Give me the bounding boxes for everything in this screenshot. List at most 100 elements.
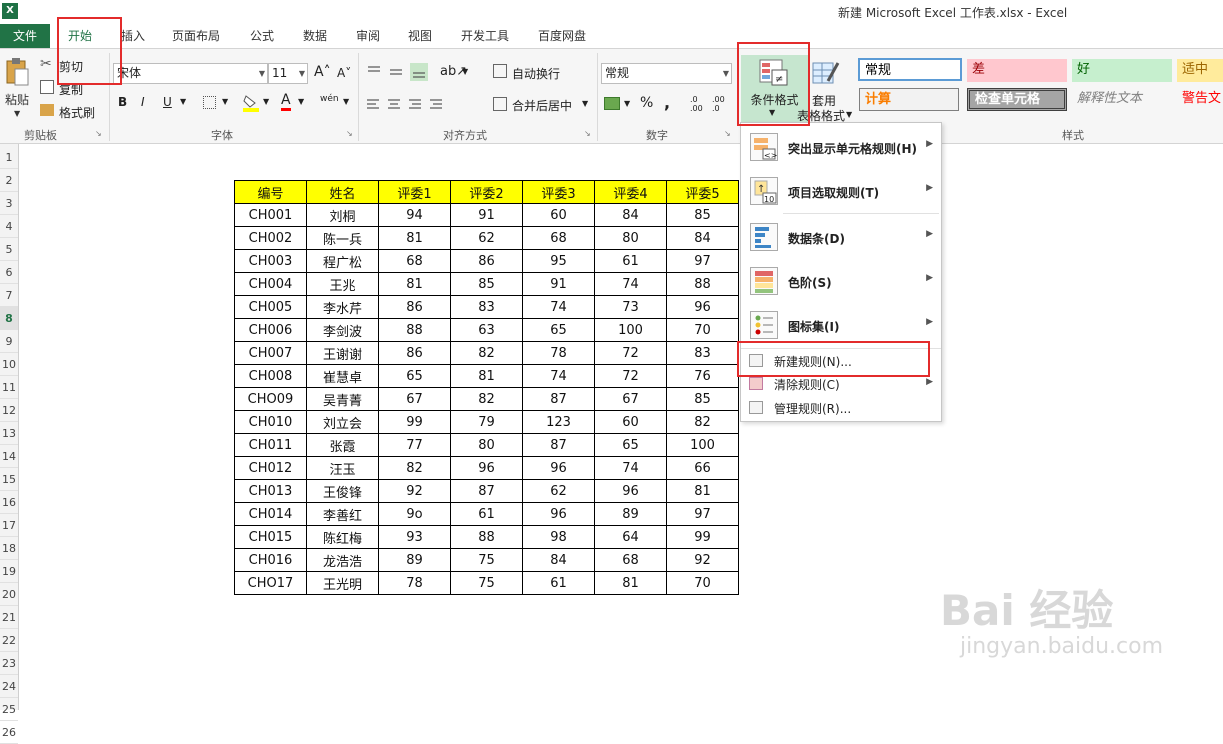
excel-app-icon[interactable]: X — [2, 3, 18, 19]
menu-item-color-scales[interactable]: 色阶(S) ▶ — [741, 259, 941, 303]
menu-item-data-bars[interactable]: 数据条(D) ▶ — [741, 215, 941, 259]
tab-page-layout[interactable]: 页面布局 — [172, 24, 220, 48]
copy-icon[interactable] — [40, 80, 54, 94]
table-cell[interactable]: 80 — [450, 433, 523, 457]
table-cell[interactable]: 67 — [594, 387, 667, 411]
currency-icon[interactable] — [604, 97, 620, 110]
table-cell[interactable]: 88 — [666, 272, 739, 296]
row-header[interactable]: 23 — [0, 652, 18, 675]
table-cell[interactable]: 刘桐 — [306, 203, 379, 227]
table-cell[interactable]: 72 — [594, 364, 667, 388]
row-header[interactable]: 13 — [0, 422, 18, 445]
table-cell[interactable]: 92 — [666, 548, 739, 572]
table-cell[interactable]: 84 — [594, 203, 667, 227]
merge-center-icon[interactable] — [493, 97, 507, 111]
table-cell[interactable]: 99 — [666, 525, 739, 549]
table-cell[interactable]: 62 — [450, 226, 523, 250]
table-cell[interactable]: 88 — [450, 525, 523, 549]
table-cell[interactable]: 91 — [450, 203, 523, 227]
table-cell[interactable]: 91 — [522, 272, 595, 296]
table-cell[interactable]: 81 — [378, 226, 451, 250]
row-header[interactable]: 7 — [0, 284, 18, 307]
table-cell[interactable]: 81 — [666, 479, 739, 503]
table-cell[interactable]: CH005 — [234, 295, 307, 319]
table-cell[interactable]: 王兆 — [306, 272, 379, 296]
table-cell[interactable]: 63 — [450, 318, 523, 342]
table-cell[interactable]: CH015 — [234, 525, 307, 549]
table-cell[interactable]: 97 — [666, 502, 739, 526]
table-cell[interactable]: 94 — [378, 203, 451, 227]
increase-font-icon[interactable]: A˄ — [314, 64, 331, 80]
row-header[interactable]: 19 — [0, 560, 18, 583]
tab-file[interactable]: 文件 — [0, 24, 50, 48]
table-cell[interactable]: 89 — [594, 502, 667, 526]
chevron-down-icon[interactable]: ▼ — [298, 97, 304, 106]
row-header[interactable]: 9 — [0, 330, 18, 353]
number-format-select[interactable]: 常规 ▼ — [601, 63, 732, 84]
table-cell[interactable]: CH010 — [234, 410, 307, 434]
comma-button[interactable]: , — [664, 93, 670, 112]
table-cell[interactable]: 61 — [522, 571, 595, 595]
row-header[interactable]: 12 — [0, 399, 18, 422]
table-cell[interactable]: 83 — [666, 341, 739, 365]
style-normal[interactable]: 常规 — [858, 58, 962, 81]
italic-button[interactable]: I — [141, 95, 145, 109]
table-cell[interactable]: 75 — [450, 548, 523, 572]
table-header-cell[interactable]: 评委4 — [594, 180, 667, 204]
row-header[interactable]: 17 — [0, 514, 18, 537]
table-cell[interactable]: 89 — [378, 548, 451, 572]
table-cell[interactable]: 王俊锋 — [306, 479, 379, 503]
row-header[interactable]: 1 — [0, 146, 18, 169]
font-color-button[interactable]: A — [281, 93, 291, 111]
table-cell[interactable]: 74 — [594, 456, 667, 480]
row-header[interactable]: 6 — [0, 261, 18, 284]
table-cell[interactable]: 70 — [666, 571, 739, 595]
row-header[interactable]: 5 — [0, 238, 18, 261]
table-cell[interactable]: CH006 — [234, 318, 307, 342]
table-cell[interactable]: 74 — [522, 295, 595, 319]
table-cell[interactable]: CHO17 — [234, 571, 307, 595]
table-cell[interactable]: 67 — [378, 387, 451, 411]
paste-button[interactable]: 粘贴 — [2, 91, 32, 108]
table-cell[interactable]: 陈一兵 — [306, 226, 379, 250]
table-cell[interactable]: 李善红 — [306, 502, 379, 526]
table-header-cell[interactable]: 姓名 — [306, 180, 379, 204]
horizontal-align-icons[interactable] — [367, 97, 447, 111]
paste-icon[interactable] — [4, 57, 30, 87]
tab-insert[interactable]: 插入 — [121, 24, 145, 48]
table-cell[interactable]: 65 — [522, 318, 595, 342]
format-painter-button[interactable]: 格式刷 — [59, 104, 95, 121]
table-cell[interactable]: 79 — [450, 410, 523, 434]
table-cell[interactable]: CH002 — [234, 226, 307, 250]
table-cell[interactable]: CHO09 — [234, 387, 307, 411]
row-header[interactable]: 16 — [0, 491, 18, 514]
table-cell[interactable]: 86 — [378, 341, 451, 365]
table-cell[interactable]: 70 — [666, 318, 739, 342]
tab-baidu-netdisk[interactable]: 百度网盘 — [538, 24, 586, 48]
style-bad[interactable]: 差 — [967, 59, 1067, 82]
table-cell[interactable]: 96 — [522, 502, 595, 526]
table-header-cell[interactable]: 评委2 — [450, 180, 523, 204]
border-icon[interactable] — [203, 96, 216, 109]
table-cell[interactable]: 81 — [378, 272, 451, 296]
table-cell[interactable]: 66 — [666, 456, 739, 480]
table-cell[interactable]: 81 — [450, 364, 523, 388]
table-cell[interactable]: 82 — [666, 410, 739, 434]
dialog-launcher-icon[interactable]: ↘ — [584, 129, 591, 138]
row-header[interactable]: 8 — [0, 307, 18, 330]
row-header[interactable]: 20 — [0, 583, 18, 606]
chevron-down-icon[interactable]: ▼ — [263, 97, 269, 106]
chevron-down-icon[interactable]: ▼ — [222, 97, 228, 106]
wrap-text-button[interactable]: 自动换行 — [512, 65, 560, 82]
table-cell[interactable]: 82 — [450, 341, 523, 365]
style-good[interactable]: 好 — [1072, 59, 1172, 82]
table-cell[interactable]: 76 — [666, 364, 739, 388]
underline-button[interactable]: U — [163, 95, 172, 109]
table-cell[interactable]: CH003 — [234, 249, 307, 273]
table-cell[interactable]: CH008 — [234, 364, 307, 388]
style-warning[interactable]: 警告文 — [1177, 88, 1223, 111]
paste-dropdown-icon[interactable]: ▼ — [14, 109, 20, 118]
tab-review[interactable]: 审阅 — [356, 24, 380, 48]
table-cell[interactable]: 王光明 — [306, 571, 379, 595]
table-cell[interactable]: CH014 — [234, 502, 307, 526]
